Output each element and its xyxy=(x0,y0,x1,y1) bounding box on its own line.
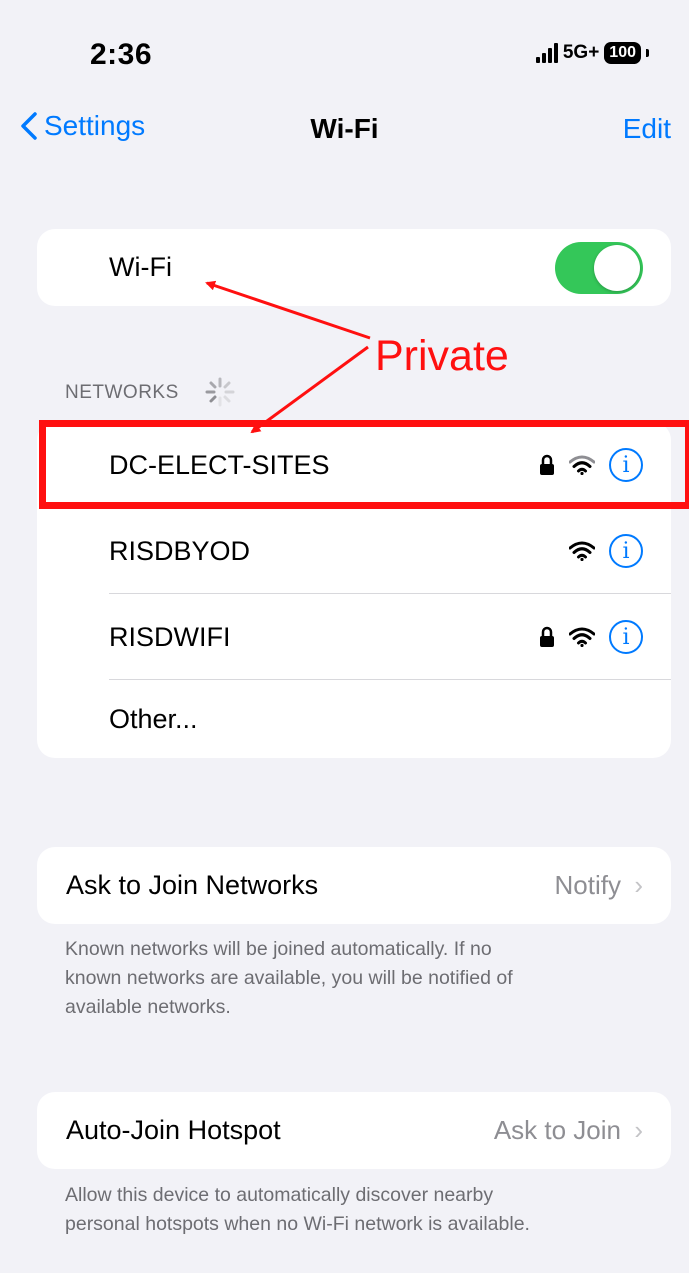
network-row-risdbyod[interactable]: RISDBYOD i xyxy=(37,508,671,594)
lock-icon xyxy=(540,626,554,647)
ask-to-join-group: Ask to Join Networks Notify › xyxy=(37,847,671,924)
cellular-signal-icon xyxy=(535,43,558,63)
auto-join-footnote: Allow this device to automatically disco… xyxy=(65,1181,665,1239)
battery-icon: 100 xyxy=(604,42,641,64)
chevron-right-icon: › xyxy=(634,870,643,900)
loading-spinner-icon xyxy=(205,377,235,407)
footnote-line: Known networks will be joined automatica… xyxy=(65,938,492,960)
wifi-toggle-row: Wi-Fi xyxy=(37,229,671,306)
wifi-label: Wi-Fi xyxy=(109,252,172,282)
ask-to-join-label: Ask to Join Networks xyxy=(66,870,319,900)
page-title: Wi-Fi xyxy=(310,113,379,144)
network-type: 5G+ xyxy=(562,42,600,63)
battery-tip xyxy=(646,49,649,57)
wifi-signal-icon xyxy=(569,627,595,647)
auto-join-group: Auto-Join Hotspot Ask to Join › xyxy=(37,1092,671,1169)
status-time: 2:36 xyxy=(90,38,153,71)
footnote-line: available networks. xyxy=(65,996,231,1018)
annotation-label: Private xyxy=(375,332,509,380)
info-icon[interactable]: i xyxy=(609,534,643,568)
status-indicators: 5G+ 100 xyxy=(535,40,649,66)
ask-to-join-row[interactable]: Ask to Join Networks Notify › xyxy=(37,847,671,924)
wifi-toggle[interactable] xyxy=(555,242,643,294)
ask-to-join-value: Notify xyxy=(554,870,621,900)
network-name: RISDWIFI xyxy=(109,621,231,652)
chevron-right-icon: › xyxy=(634,1115,643,1145)
wifi-signal-icon xyxy=(569,541,595,561)
networks-header: NETWORKS xyxy=(65,382,179,403)
footnote-line: Allow this device to automatically disco… xyxy=(65,1184,494,1206)
network-row-risdwifi[interactable]: RISDWIFI i xyxy=(37,594,671,680)
auto-join-value: Ask to Join xyxy=(493,1115,621,1145)
toggle-knob xyxy=(594,245,640,291)
auto-join-row[interactable]: Auto-Join Hotspot Ask to Join › xyxy=(37,1092,671,1169)
network-name: RISDBYOD xyxy=(109,535,251,566)
other-network-row[interactable]: Other... xyxy=(37,680,671,758)
network-row-icons: i xyxy=(569,508,643,594)
edit-button[interactable]: Edit xyxy=(623,113,671,145)
other-label: Other... xyxy=(109,703,198,734)
footnote-line: personal hotspots when no Wi-Fi network … xyxy=(65,1213,530,1235)
auto-join-label: Auto-Join Hotspot xyxy=(66,1115,281,1145)
annotation-highlight-box xyxy=(39,420,689,509)
network-row-icons: i xyxy=(539,594,643,680)
info-icon[interactable]: i xyxy=(609,620,643,654)
wifi-toggle-group: Wi-Fi xyxy=(37,229,671,306)
ask-to-join-footnote: Known networks will be joined automatica… xyxy=(65,935,665,1022)
footnote-line: known networks are available, you will b… xyxy=(65,967,513,989)
